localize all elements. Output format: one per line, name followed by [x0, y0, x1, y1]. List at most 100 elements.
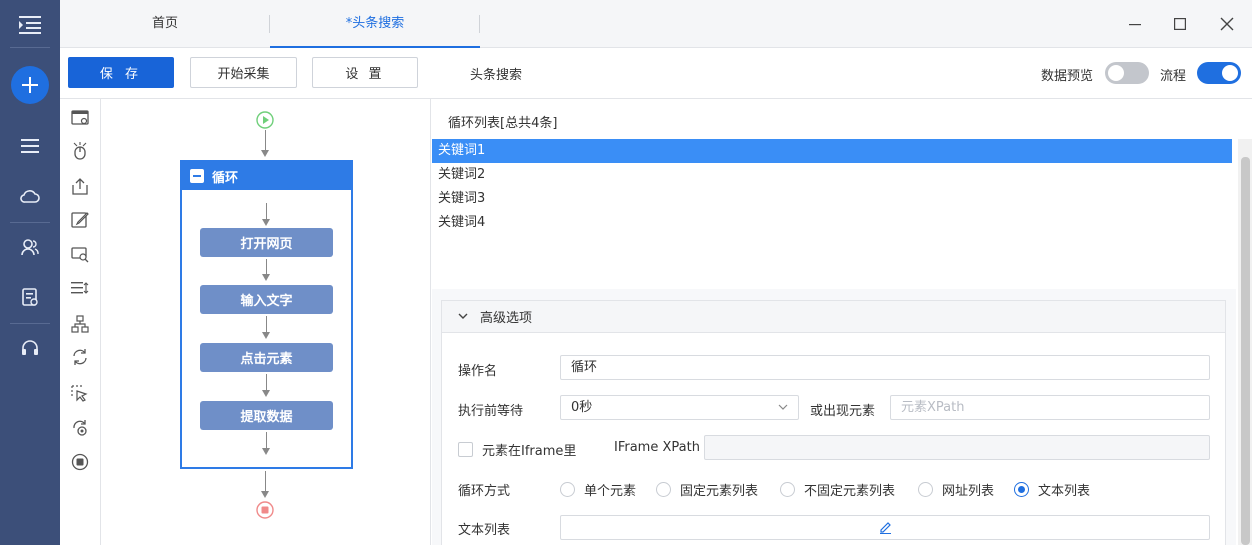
radio-label: 网址列表: [942, 484, 995, 499]
plus-icon: [22, 77, 38, 93]
list-item[interactable]: 关键词2: [432, 163, 1232, 187]
condition-tool-icon[interactable]: [69, 313, 91, 335]
maximize-button[interactable]: [1170, 14, 1190, 34]
flow-arrow: [265, 471, 266, 493]
toggle-knob: [1108, 65, 1124, 81]
advanced-options-title: 高级选项: [480, 311, 533, 326]
mouse-hover-tool-icon[interactable]: [69, 383, 91, 405]
extract-data-tool-icon[interactable]: [69, 175, 91, 197]
flow-label: 流程: [1160, 69, 1187, 84]
menu-collapse-icon[interactable]: [0, 12, 60, 38]
end-flow-tool-icon[interactable]: [69, 451, 91, 473]
wait-label: 执行前等待: [458, 404, 524, 419]
tool-strip: [60, 99, 101, 545]
click-element-tool-icon[interactable]: [69, 140, 91, 162]
flow-arrowhead: [262, 219, 270, 226]
step-click-element[interactable]: 点击元素: [200, 343, 333, 372]
tab-toutiao-search[interactable]: *头条搜索: [270, 0, 480, 48]
headset-icon[interactable]: [0, 337, 60, 359]
list-item[interactable]: 关键词4: [432, 211, 1232, 235]
minimize-button[interactable]: [1125, 14, 1145, 34]
wait-select-value: 0秒: [571, 400, 593, 415]
chevron-down-icon: [778, 404, 788, 410]
loop-title: 循环: [212, 170, 239, 186]
start-collect-button[interactable]: 开始采集: [190, 57, 297, 88]
data-preview-label: 数据预览: [1041, 69, 1094, 84]
op-name-input[interactable]: 循环: [560, 355, 1210, 380]
advanced-area: 高级选项 操作名 循环 执行前等待 0秒 或出现元素 元素XPath 元素在If…: [432, 289, 1236, 545]
edit-pencil-icon[interactable]: [879, 521, 892, 534]
open-page-tool-icon[interactable]: [69, 107, 91, 129]
step-open-page[interactable]: 打开网页: [200, 228, 333, 257]
save-button[interactable]: 保 存: [68, 57, 174, 88]
settings-button[interactable]: 设 置: [312, 57, 418, 88]
flow-arrow: [266, 203, 267, 220]
settings-panel: 循环列表[总共4条] 关键词1 关键词2 关键词3 关键词4 高级选项 操作名 …: [432, 99, 1252, 545]
cloud-icon[interactable]: [0, 185, 60, 207]
op-name-label: 操作名: [458, 364, 498, 379]
radio-url-list[interactable]: [918, 482, 933, 497]
text-list-input[interactable]: [560, 515, 1210, 540]
or-element-label: 或出现元素: [810, 404, 876, 419]
radio-label: 不固定元素列表: [804, 484, 896, 499]
wait-select[interactable]: 0秒: [560, 395, 799, 420]
data-preview-toggle[interactable]: [1105, 62, 1149, 84]
list-item[interactable]: 关键词1: [432, 139, 1232, 163]
maximize-icon: [1174, 18, 1186, 30]
flow-arrow: [265, 130, 266, 152]
advanced-options-panel: 高级选项 操作名 循环 执行前等待 0秒 或出现元素 元素XPath 元素在If…: [441, 300, 1226, 545]
list-icon[interactable]: [0, 135, 60, 157]
loop-list: 关键词1 关键词2 关键词3 关键词4: [432, 139, 1232, 235]
switch-dropdown-tool-icon[interactable]: [69, 277, 91, 299]
element-xpath-input[interactable]: 元素XPath: [890, 395, 1210, 420]
iframe-xpath-input: [704, 435, 1210, 460]
flow-arrowhead: [262, 332, 270, 339]
iframe-xpath-label: IFrame XPath: [614, 440, 700, 455]
loop-list-title: 循环列表[总共4条]: [448, 116, 558, 131]
step-input-text[interactable]: 输入文字: [200, 285, 333, 314]
input-text-tool-icon[interactable]: [69, 209, 91, 231]
advanced-options-header[interactable]: 高级选项: [442, 301, 1225, 333]
chevron-down-icon[interactable]: [456, 310, 470, 324]
flow-arrowhead: [262, 274, 270, 281]
radio-label: 文本列表: [1038, 484, 1091, 499]
nav-divider: [10, 323, 50, 324]
scroll-loop-tool-icon[interactable]: [69, 417, 91, 439]
close-button[interactable]: [1217, 14, 1237, 34]
recognize-captcha-tool-icon[interactable]: [69, 244, 91, 266]
loop-tool-icon[interactable]: [69, 346, 91, 368]
iframe-checkbox[interactable]: [458, 442, 473, 457]
close-icon: [1220, 17, 1234, 31]
app-window: 首页 *头条搜索 保 存 开始采集 设 置 头条搜索 数据预览 流程 循环 打开…: [0, 0, 1252, 545]
add-task-button[interactable]: [11, 66, 49, 104]
flow-arrowhead: [261, 491, 269, 498]
iframe-checkbox-label: 元素在Iframe里: [482, 444, 577, 459]
flow-arrow: [266, 316, 267, 333]
loop-block[interactable]: 循环 打开网页 输入文字 点击元素 提取数据: [180, 160, 353, 469]
flow-arrowhead: [262, 448, 270, 455]
scrollbar-thumb[interactable]: [1241, 157, 1250, 545]
flow-arrow: [266, 259, 267, 275]
nav-divider: [10, 222, 50, 223]
users-icon[interactable]: [0, 236, 60, 258]
flow-arrowhead: [261, 150, 269, 157]
flow-arrowhead: [262, 390, 270, 397]
loop-header[interactable]: 循环: [182, 162, 351, 190]
end-node-icon[interactable]: [256, 501, 274, 523]
flow-toggle[interactable]: [1197, 62, 1241, 84]
tab-home[interactable]: 首页: [60, 0, 270, 48]
tab-bar: 首页 *头条搜索: [60, 0, 1252, 48]
loop-mode-label: 循环方式: [458, 484, 511, 499]
step-extract-data[interactable]: 提取数据: [200, 401, 333, 430]
radio-unfixed-element-list[interactable]: [780, 482, 795, 497]
radio-single-element[interactable]: [560, 482, 575, 497]
collapse-icon[interactable]: [190, 169, 204, 183]
flow-arrow: [266, 432, 267, 449]
flow-arrow: [266, 374, 267, 391]
list-item[interactable]: 关键词3: [432, 187, 1232, 211]
minimize-icon: [1129, 24, 1141, 26]
radio-fixed-element-list[interactable]: [656, 482, 671, 497]
task-doc-icon[interactable]: [0, 286, 60, 308]
text-list-label: 文本列表: [458, 523, 511, 538]
radio-text-list[interactable]: [1014, 482, 1029, 497]
